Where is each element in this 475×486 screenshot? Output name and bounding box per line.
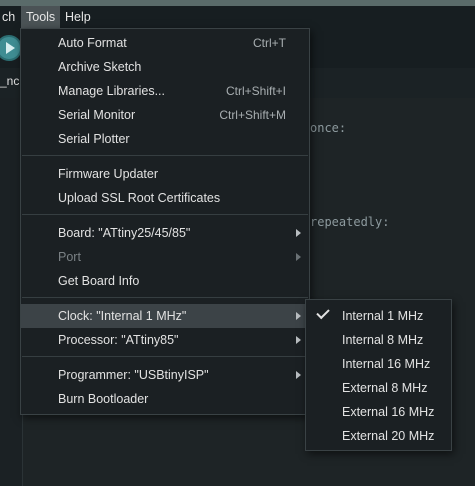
menu-item-serial-monitor[interactable]: Serial Monitor Ctrl+Shift+M — [21, 103, 309, 127]
menu-item-label: Processor: "ATtiny85" — [58, 333, 179, 347]
menu-item-serial-plotter[interactable]: Serial Plotter — [21, 127, 309, 151]
clock-option-internal-16mhz[interactable]: Internal 16 MHz — [306, 352, 451, 376]
menu-item-board[interactable]: Board: "ATtiny25/45/85" — [21, 221, 309, 245]
clock-option-external-8mhz[interactable]: External 8 MHz — [306, 376, 451, 400]
shortcut-label: Ctrl+Shift+I — [225, 84, 286, 98]
shortcut-label: Ctrl+Shift+M — [219, 108, 286, 122]
menu-item-label: Port — [58, 250, 81, 264]
menu-item-label: Serial Plotter — [58, 132, 130, 146]
menu-bar: ch Tools Help — [0, 6, 475, 28]
menu-item-upload-ssl-certificates[interactable]: Upload SSL Root Certificates — [21, 186, 309, 210]
submenu-arrow-icon — [296, 312, 301, 320]
menu-item-programmer[interactable]: Programmer: "USBtinyISP" — [21, 363, 309, 387]
menu-item-firmware-updater[interactable]: Firmware Updater — [21, 162, 309, 186]
menu-separator — [22, 155, 308, 156]
code-line: once: — [310, 121, 347, 135]
code-line: repeatedly: — [310, 215, 390, 229]
clock-option-label: Internal 16 MHz — [342, 357, 431, 371]
menu-item-label: Auto Format — [58, 36, 127, 50]
clock-option-label: Internal 1 MHz — [342, 309, 424, 323]
menu-item-label: Programmer: "USBtinyISP" — [58, 368, 209, 382]
submenu-arrow-icon — [296, 336, 301, 344]
menu-item-clock[interactable]: Clock: "Internal 1 MHz" — [21, 304, 309, 328]
menu-sketch[interactable]: ch — [0, 6, 20, 28]
tools-menu: Auto Format Ctrl+T Archive Sketch Manage… — [20, 28, 310, 415]
menu-item-label: Firmware Updater — [58, 167, 159, 181]
submenu-arrow-icon — [296, 371, 301, 379]
menu-item-archive-sketch[interactable]: Archive Sketch — [21, 55, 309, 79]
check-icon — [316, 305, 330, 320]
menu-item-get-board-info[interactable]: Get Board Info — [21, 269, 309, 293]
clock-option-internal-8mhz[interactable]: Internal 8 MHz — [306, 328, 451, 352]
menu-item-label: Burn Bootloader — [58, 392, 149, 406]
menu-item-label: Archive Sketch — [58, 60, 142, 74]
menu-separator — [22, 297, 308, 298]
menu-item-burn-bootloader[interactable]: Burn Bootloader — [21, 387, 309, 411]
submenu-arrow-icon — [296, 229, 301, 237]
clock-option-external-16mhz[interactable]: External 16 MHz — [306, 400, 451, 424]
menu-item-processor[interactable]: Processor: "ATtiny85" — [21, 328, 309, 352]
clock-option-label: Internal 8 MHz — [342, 333, 424, 347]
menu-item-auto-format[interactable]: Auto Format Ctrl+T — [21, 31, 309, 55]
menu-item-label: Get Board Info — [58, 274, 140, 288]
menu-item-manage-libraries[interactable]: Manage Libraries... Ctrl+Shift+I — [21, 79, 309, 103]
menu-separator — [22, 356, 308, 357]
menu-item-port[interactable]: Port — [21, 245, 309, 269]
menu-separator — [22, 214, 308, 215]
menu-item-label: Board: "ATtiny25/45/85" — [58, 226, 191, 240]
menu-item-label: Upload SSL Root Certificates — [58, 191, 221, 205]
menu-help[interactable]: Help — [60, 6, 96, 28]
menu-tools[interactable]: Tools — [21, 6, 61, 28]
clock-option-external-20mhz[interactable]: External 20 MHz — [306, 424, 451, 448]
menu-item-label: Manage Libraries... — [58, 84, 166, 98]
menu-item-label: Serial Monitor — [58, 108, 136, 122]
clock-submenu: Internal 1 MHz Internal 8 MHz Internal 1… — [305, 299, 452, 451]
submenu-arrow-icon — [296, 253, 301, 261]
clock-option-internal-1mhz[interactable]: Internal 1 MHz — [306, 304, 451, 328]
clock-option-label: External 20 MHz — [342, 429, 435, 443]
clock-option-label: External 8 MHz — [342, 381, 428, 395]
menu-item-label: Clock: "Internal 1 MHz" — [58, 309, 187, 323]
shortcut-label: Ctrl+T — [253, 36, 286, 50]
sketch-tab[interactable]: _nc — [0, 74, 19, 88]
clock-option-label: External 16 MHz — [342, 405, 435, 419]
